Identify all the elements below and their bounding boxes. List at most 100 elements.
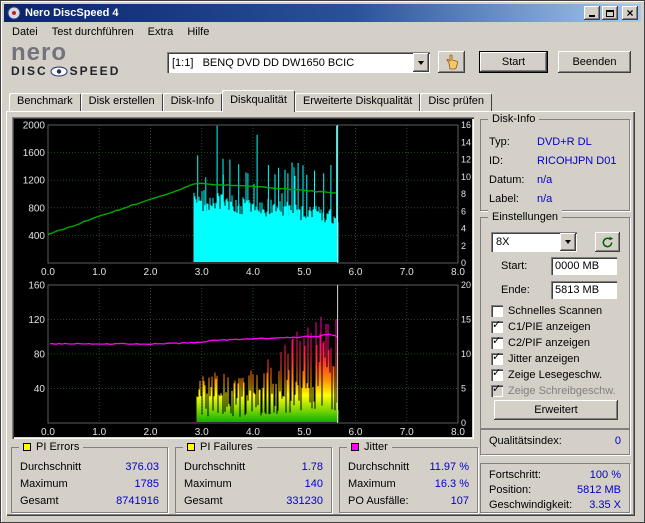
start-button[interactable]: Start [479,51,548,73]
svg-text:2000: 2000 [23,121,46,132]
stat-label: Maximum [348,477,396,490]
refresh-button[interactable] [595,232,620,252]
jitter-caption: Jitter [347,440,392,454]
checkbox-label: Zeige Schreibgeschw. [508,385,616,397]
nero-logo: nero DISC SPEED [11,41,151,79]
svg-text:10: 10 [461,172,471,182]
hand-tool-button[interactable] [438,51,465,73]
typ-value: DVD+R DL [537,135,592,148]
arrow-down-glyph [418,60,424,65]
position-value: 5812 MB [576,483,621,496]
menu-extra[interactable]: Extra [141,24,181,40]
disc-icon [7,6,21,20]
tab-diskqualitaet[interactable]: Diskqualität [222,90,295,112]
stat-label: PO Ausfälle: [348,494,409,507]
svg-text:5.0: 5.0 [297,267,311,278]
pi-failures-caption-text: PI Failures [200,441,253,453]
svg-text:8: 8 [461,189,466,199]
checkbox-c2-pif-anzeigen[interactable]: ✓ C2/PIF anzeigen [491,334,590,350]
svg-text:6.0: 6.0 [349,427,363,437]
minimize-button[interactable] [584,6,600,20]
svg-text:6: 6 [461,206,466,216]
svg-text:7.0: 7.0 [400,267,414,278]
tab-benchmark[interactable]: Benchmark [9,93,81,111]
settings-caption: Einstellungen [488,210,563,224]
drive-select[interactable]: [1:1] BENQ DVD DD DW1650 BCIC [167,52,430,73]
pi-errors-caption: PI Errors [19,440,84,454]
position-label: Position: [489,483,532,496]
checkbox-jitter-anzeigen[interactable]: ✓ Jitter anzeigen [491,350,580,366]
fortschritt-value: 100 % [589,468,621,481]
stat-row: PO Ausfälle: 107 [340,492,477,509]
pi-errors-caption-text: PI Errors [36,441,80,453]
pi-failures-group: PI Failures Durchschnitt 1.78 Maximum 140 … [175,440,332,513]
stat-value: 1785 [134,477,159,490]
checkbox-schnelles-scannen[interactable]: ✓ Schnelles Scannen [491,304,602,318]
erweitert-button[interactable]: Erweitert [494,400,618,420]
svg-text:12: 12 [461,155,471,165]
tab-disc-pruefen[interactable]: Disc prüfen [420,93,493,111]
quit-button[interactable]: Beenden [558,51,631,73]
logo-speed-text: SPEED [69,64,121,78]
title-bar: Nero DiscSpeed 4 × [4,4,641,22]
stat-value: 107 [450,494,469,507]
speed-select[interactable]: 8X [491,232,577,252]
checkbox-zeige-lesegeschw[interactable]: ✓ Zeige Lesegeschw. [491,366,602,382]
checkbox-label: Jitter anzeigen [508,353,580,365]
svg-text:1600: 1600 [23,148,46,159]
checkbox-box: ✓ [491,334,503,349]
window-title: Nero DiscSpeed 4 [25,7,119,19]
menu-test-durchfuehren[interactable]: Test durchführen [45,24,141,40]
svg-text:2.0: 2.0 [144,427,158,437]
id-label: ID: [489,154,504,167]
stat-label: Durchschnitt [20,460,82,473]
pi-errors-group: PI Errors Durchschnitt 376.03 Maximum 1785… [11,440,168,513]
tab-erweiterte-diskqualitaet[interactable]: Erweiterte Diskqualität [294,93,421,111]
window-controls: × [584,6,638,20]
svg-text:120: 120 [28,315,45,326]
stat-row: Durchschnitt 11.97 % [340,458,477,475]
stat-value: 140 [304,477,323,490]
stat-label: Durchschnitt [348,460,410,473]
pi-failures-swatch [187,443,195,451]
svg-text:0.0: 0.0 [41,427,55,437]
stat-label: Gesamt [20,494,59,507]
typ-label: Typ: [489,135,510,148]
quality-index-value: 0 [614,435,621,447]
end-input[interactable] [551,281,617,299]
menu-hilfe[interactable]: Hilfe [180,24,216,40]
app-window: Nero DiscSpeed 4 × Datei Test durchführe… [0,0,645,523]
chevron-down-icon[interactable] [413,53,429,72]
checkbox-c1-pie-anzeigen[interactable]: ✓ C1/PIE anzeigen [491,318,591,334]
jitter-group: Jitter Durchschnitt 11.97 % Maximum 16.3 %… [339,440,478,513]
svg-text:800: 800 [28,203,45,214]
quality-index-row: Qualitätsindex: 0 [481,435,629,447]
stat-value: 331230 [286,494,323,507]
svg-text:2: 2 [461,241,466,251]
close-button[interactable]: × [622,6,638,20]
svg-text:5.0: 5.0 [297,427,311,437]
geschwindigkeit-label: Geschwindigkeit: [489,498,573,511]
hand-icon [446,54,458,70]
pi-errors-swatch [23,443,31,451]
checkbox-label: C1/PIE anzeigen [508,321,591,333]
check-icon: ✓ [492,318,502,331]
svg-text:3.0: 3.0 [195,427,209,437]
svg-text:3.0: 3.0 [195,267,209,278]
jitter-caption-text: Jitter [364,441,388,453]
svg-text:7.0: 7.0 [400,427,414,437]
tab-disk-erstellen[interactable]: Disk erstellen [80,93,163,111]
svg-text:0.0: 0.0 [41,267,55,278]
checkbox-label: C2/PIF anzeigen [508,337,590,349]
drive-select-value: [1:1] BENQ DVD DD DW1650 BCIC [172,56,355,69]
svg-text:14: 14 [461,137,471,147]
label-value: n/a [537,192,553,205]
start-input[interactable] [551,257,617,275]
menu-datei[interactable]: Datei [5,24,45,40]
progress-group: Fortschritt: 100 % Position: 5812 MB Ges… [480,463,630,513]
tab-disk-info[interactable]: Disk-Info [162,93,223,111]
maximize-button[interactable] [602,6,618,20]
chevron-down-icon[interactable] [560,233,576,251]
stat-value: 1.78 [301,460,323,473]
disk-info-group: Disk-Info Typ: DVD+R DL ID: RICOHJPN D01… [480,112,630,211]
